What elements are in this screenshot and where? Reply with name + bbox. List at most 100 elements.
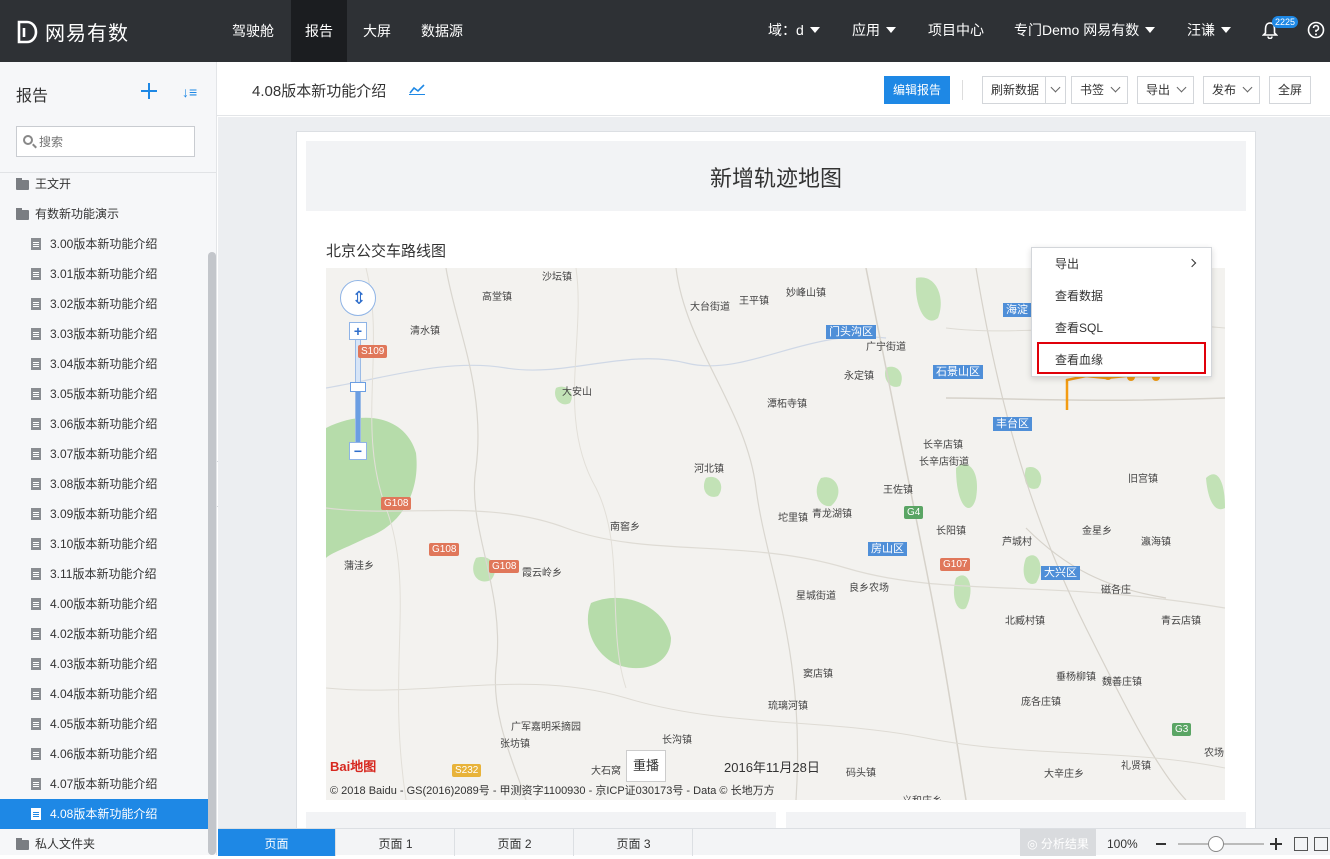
zoom-in-icon[interactable] <box>1270 838 1282 850</box>
help-icon[interactable] <box>1307 21 1325 39</box>
map-place-label: 码头镇 <box>846 768 876 779</box>
fit-page-icon[interactable] <box>1314 837 1328 851</box>
nav-big-screen[interactable]: 大屏 <box>349 0 405 62</box>
search-input[interactable] <box>39 133 189 151</box>
org-selector[interactable]: 专门Demo 网易有数 <box>1014 0 1156 62</box>
report-item[interactable]: 3.02版本新功能介绍 <box>0 289 209 319</box>
map-pan-control[interactable] <box>340 280 377 316</box>
nav-reports[interactable]: 报告 <box>291 0 347 62</box>
map-zoom-in-button[interactable]: + <box>349 322 367 340</box>
menu-item-view-data[interactable]: 查看数据 <box>1032 280 1211 312</box>
report-item[interactable]: 3.05版本新功能介绍 <box>0 379 209 409</box>
fit-width-icon[interactable] <box>1294 837 1308 851</box>
org-label: 专门Demo 网易有数 <box>1014 22 1140 38</box>
report-item[interactable]: 4.05版本新功能介绍 <box>0 709 209 739</box>
map-place-label: 义和庄乡 <box>902 792 942 800</box>
map-place-label: 清水镇 <box>410 326 440 337</box>
report-item[interactable]: 3.11版本新功能介绍 <box>0 559 209 589</box>
sidebar-scrollbar[interactable] <box>208 252 216 855</box>
report-item[interactable]: 4.00版本新功能介绍 <box>0 589 209 619</box>
chevron-down-icon[interactable] <box>1050 82 1061 93</box>
report-doc-icon <box>31 298 41 310</box>
report-item[interactable]: 4.04版本新功能介绍 <box>0 679 209 709</box>
folder-item[interactable]: 有数新功能演示 <box>0 199 209 229</box>
report-item-selected[interactable]: 4.08版本新功能介绍 <box>0 799 209 829</box>
notification-badge: 2225 <box>1272 16 1299 28</box>
map-road-label: G108 <box>381 497 412 510</box>
menu-item-view-sql[interactable]: 查看SQL <box>1032 312 1211 344</box>
report-doc-icon <box>31 688 41 700</box>
report-item[interactable]: 3.07版本新功能介绍 <box>0 439 209 469</box>
project-center-link[interactable]: 项目中心 <box>928 0 984 62</box>
folder-item[interactable]: 私人文件夹 <box>0 829 209 855</box>
domain-selector[interactable]: 域：d <box>768 0 820 62</box>
user-menu[interactable]: 汪谦 <box>1187 0 1231 62</box>
zoom-slider-handle[interactable] <box>1208 836 1224 852</box>
report-item[interactable]: 3.03版本新功能介绍 <box>0 319 209 349</box>
zoom-out-icon[interactable] <box>1156 843 1166 845</box>
sidebar-search[interactable] <box>16 126 195 157</box>
tab-page-3[interactable]: 页面 3 <box>575 829 693 856</box>
add-report-icon[interactable] <box>140 82 158 100</box>
map-district-label: 房山区 <box>868 542 907 556</box>
baidu-map-logo: Bai地图 <box>330 759 377 774</box>
report-doc-icon <box>31 328 41 340</box>
user-name: 汪谦 <box>1187 22 1215 38</box>
map-place-label: 长阳镇 <box>936 526 966 537</box>
map-place-label: 旧宫镇 <box>1128 474 1158 485</box>
refresh-data-button[interactable]: 刷新数据 <box>982 76 1067 104</box>
map-place-label: 霞云岭乡 <box>522 568 562 579</box>
nav-data-source[interactable]: 数据源 <box>407 0 477 62</box>
fullscreen-button[interactable]: 全屏 <box>1269 76 1312 104</box>
report-item[interactable]: 3.09版本新功能介绍 <box>0 499 209 529</box>
trend-chart-icon[interactable] <box>409 83 425 95</box>
brand-logo[interactable]: 网易有数 <box>16 17 129 46</box>
report-item[interactable]: 3.01版本新功能介绍 <box>0 259 209 289</box>
report-label: 3.08版本新功能介绍 <box>50 477 158 491</box>
report-label: 4.06版本新功能介绍 <box>50 747 158 761</box>
lower-chart-panel <box>786 812 1246 828</box>
report-item[interactable]: 4.06版本新功能介绍 <box>0 739 209 769</box>
replay-button[interactable]: 重播 <box>626 750 666 782</box>
map-place-label: 张坊镇 <box>500 739 530 750</box>
map-place-label: 磁各庄 <box>1101 585 1131 596</box>
report-item[interactable]: 4.07版本新功能介绍 <box>0 769 209 799</box>
map-zoom-handle[interactable] <box>350 382 366 392</box>
report-item[interactable]: 4.03版本新功能介绍 <box>0 649 209 679</box>
folder-item[interactable]: 王文开 <box>0 169 209 199</box>
map-zoom-out-button[interactable]: − <box>349 442 367 460</box>
map-place-label: 星城街道 <box>796 591 836 602</box>
export-button[interactable]: 导出 <box>1137 76 1195 104</box>
tab-page-1[interactable]: 页面 1 <box>337 829 455 856</box>
analysis-results-button[interactable]: ◎ 分析结果 <box>1020 829 1096 856</box>
publish-button[interactable]: 发布 <box>1203 76 1261 104</box>
edit-report-button[interactable]: 编辑报告 <box>884 76 951 104</box>
report-title: 4.08版本新功能介绍 <box>252 83 387 100</box>
report-label: 3.07版本新功能介绍 <box>50 447 158 461</box>
nav-cockpit[interactable]: 驾驶舱 <box>218 0 288 62</box>
page-title-block[interactable]: 新增轨迹地图 <box>306 141 1246 211</box>
report-doc-icon <box>31 538 41 550</box>
folder-open-icon <box>16 208 29 220</box>
bookmark-button[interactable]: 书签 <box>1071 76 1129 104</box>
report-item[interactable]: 3.10版本新功能介绍 <box>0 529 209 559</box>
folder-label: 私人文件夹 <box>35 837 96 851</box>
report-doc-icon <box>31 778 41 790</box>
report-item[interactable]: 3.00版本新功能介绍 <box>0 229 209 259</box>
report-item[interactable]: 3.08版本新功能介绍 <box>0 469 209 499</box>
tab-page-2[interactable]: 页面 2 <box>456 829 574 856</box>
apps-menu[interactable]: 应用 <box>852 0 896 62</box>
menu-item-label: 查看数据 <box>1055 289 1104 303</box>
report-doc-icon <box>31 478 41 490</box>
map-place-label: 长辛店镇 <box>923 440 963 451</box>
sort-icon[interactable]: ↓≡ <box>182 84 198 100</box>
chevron-down-icon <box>1145 27 1156 34</box>
report-item[interactable]: 4.02版本新功能介绍 <box>0 619 209 649</box>
report-item[interactable]: 3.04版本新功能介绍 <box>0 349 209 379</box>
tab-page[interactable]: 页面 <box>218 829 336 856</box>
menu-item-export[interactable]: 导出 <box>1032 248 1211 280</box>
map-place-label: 永定镇 <box>844 371 874 382</box>
map-place-label: 瀛海镇 <box>1141 537 1171 548</box>
report-item[interactable]: 3.06版本新功能介绍 <box>0 409 209 439</box>
analysis-results-label: 分析结果 <box>1040 837 1089 851</box>
